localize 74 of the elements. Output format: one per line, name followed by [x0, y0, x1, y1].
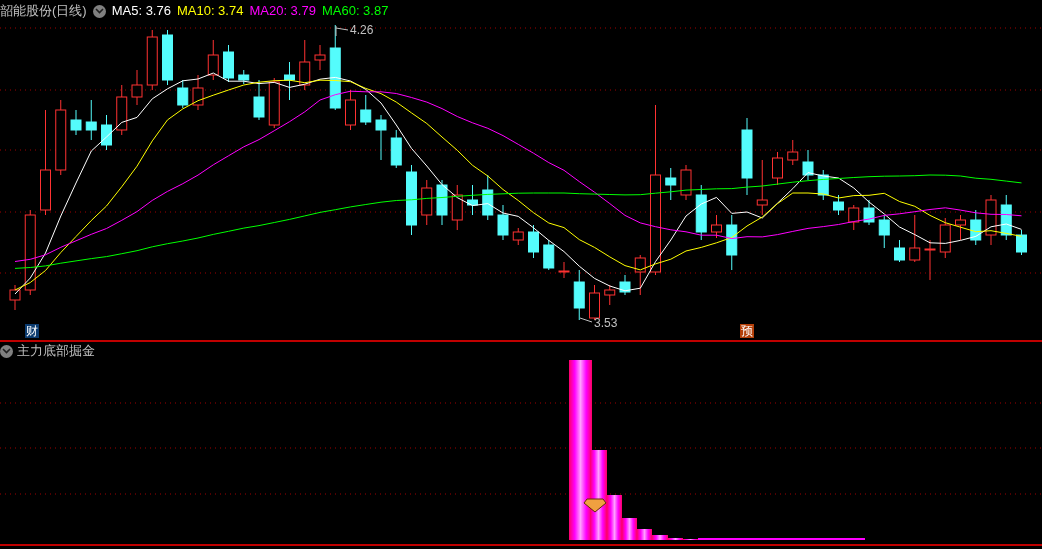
candlestick — [955, 214, 966, 241]
low-price-label: 3.53 — [594, 316, 618, 330]
stock-title: 韶能股份(日线) — [0, 3, 87, 19]
candlestick — [131, 69, 143, 106]
candlestick — [558, 261, 570, 279]
candlestick — [85, 99, 97, 141]
candlestick — [619, 274, 631, 296]
candlestick — [284, 61, 295, 101]
high-price-arrow-icon — [335, 25, 349, 37]
event-marker[interactable]: 预 — [740, 324, 754, 338]
event-marker[interactable]: 财 — [25, 324, 39, 338]
candlestick — [299, 39, 311, 91]
candlestick — [772, 151, 783, 186]
candlestick — [436, 179, 448, 226]
candlestick — [924, 239, 936, 281]
candlestick — [543, 239, 555, 271]
candlestick — [970, 209, 982, 246]
candlestick — [1016, 229, 1027, 256]
candlestick — [162, 29, 173, 86]
candlestick — [528, 224, 539, 259]
candlestick — [146, 29, 158, 91]
moving-average-value: MA20: 3.79 — [249, 3, 316, 19]
candlestick — [909, 214, 921, 263]
candlestick — [390, 129, 402, 169]
candlestick — [421, 179, 433, 226]
candlestick — [802, 149, 814, 181]
moving-average-value: MA5: 3.76 — [111, 3, 171, 19]
candlestick — [253, 79, 265, 121]
diamond-icon — [583, 498, 607, 513]
candlestick — [482, 174, 494, 221]
candlestick — [817, 169, 829, 201]
candlestick — [467, 184, 478, 216]
high-price-label: 4.26 — [350, 23, 374, 37]
candlestick — [665, 167, 677, 201]
candlestick — [406, 164, 417, 236]
candlestick — [680, 164, 692, 201]
candlestick — [833, 194, 844, 216]
candlestick — [848, 204, 860, 231]
candlestick — [268, 77, 280, 129]
candlestick — [101, 114, 112, 151]
candlestick — [116, 84, 128, 136]
candlestick — [604, 284, 616, 306]
candlestick — [451, 184, 463, 231]
candlestick — [375, 114, 387, 161]
candlestick — [985, 194, 997, 246]
candlestick — [863, 199, 875, 226]
candlestick — [756, 159, 768, 216]
candlestick — [894, 239, 905, 263]
candlestick — [939, 217, 951, 259]
candlestick — [695, 184, 707, 241]
chevron-down-icon[interactable] — [0, 344, 13, 358]
candlestick — [207, 39, 219, 81]
moving-average-value: MA10: 3.74 — [176, 3, 244, 19]
candlestick — [238, 69, 250, 85]
candlestick — [878, 214, 890, 249]
candlestick — [360, 94, 372, 126]
candlestick — [711, 214, 722, 239]
candlestick — [70, 109, 82, 136]
candlestick — [787, 139, 799, 166]
candlestick — [177, 79, 189, 109]
candlestick — [634, 254, 646, 296]
candlestick — [726, 214, 738, 271]
indicator-title: 主力底部掘金 — [17, 343, 95, 359]
candlestick — [573, 269, 585, 321]
candlestick — [497, 204, 509, 241]
candlestick — [512, 227, 524, 246]
chevron-down-icon[interactable] — [92, 4, 106, 18]
candlestick — [9, 284, 21, 311]
candlestick — [314, 44, 326, 71]
candlestick — [192, 74, 204, 111]
candlestick — [345, 89, 356, 131]
candlestick — [223, 44, 234, 83]
candlestick — [1000, 194, 1012, 241]
moving-average-value: MA60: 3.87 — [321, 3, 389, 19]
